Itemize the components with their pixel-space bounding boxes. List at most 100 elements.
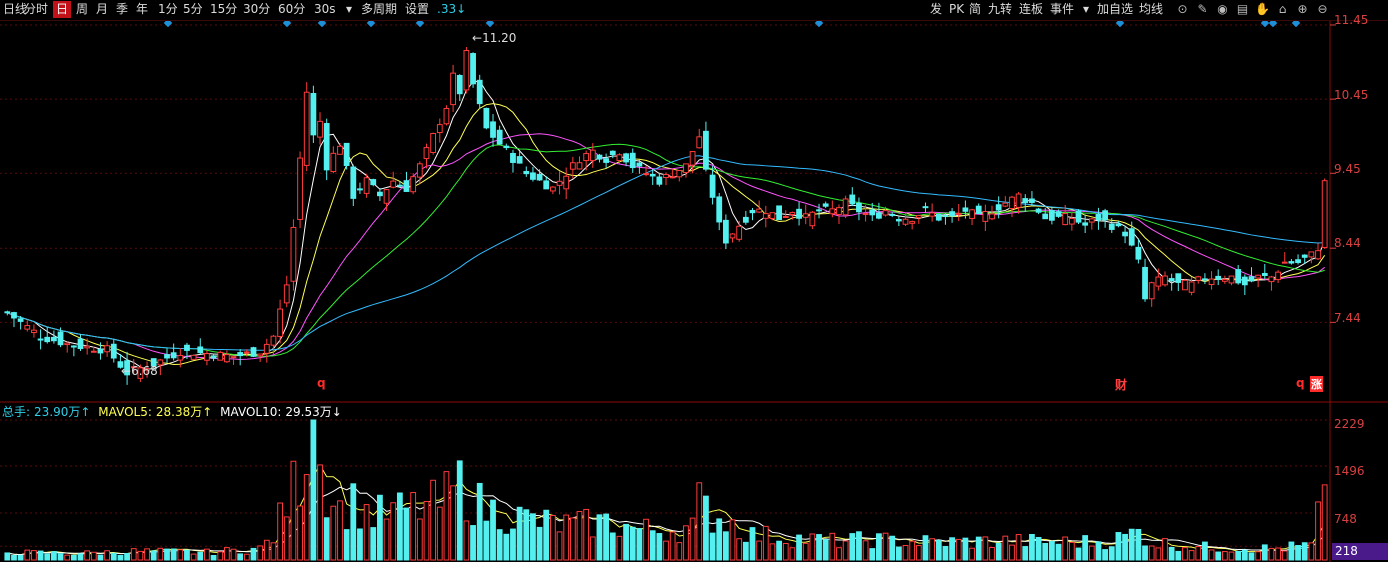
candle-body	[889, 213, 896, 216]
candle-body	[663, 174, 669, 179]
mavol10-value: 29.53万↓	[285, 405, 342, 419]
candle-body	[1268, 276, 1275, 283]
volume-bar-192	[1275, 547, 1281, 561]
candle-62	[410, 173, 417, 195]
volume-bar-93	[616, 535, 623, 561]
candle-body	[1035, 208, 1042, 213]
toolbar-m30-button[interactable]: 30分	[240, 1, 273, 18]
toolbar-fa-button[interactable]: 发	[927, 1, 945, 18]
chart-background	[0, 20, 1388, 562]
candle-body	[862, 213, 869, 216]
toolbar-day-button[interactable]: 日	[53, 1, 72, 18]
toolbar-month-button[interactable]: 月	[93, 1, 111, 18]
candle-body	[776, 205, 783, 221]
volume-bar-19	[124, 553, 130, 561]
toolbar-jian-button[interactable]: 简	[966, 1, 984, 18]
candle-body	[383, 189, 390, 204]
candle-body	[782, 216, 789, 219]
zoom-in-icon[interactable]: ⊕	[1295, 2, 1310, 17]
toolbar-ma-lines-button[interactable]: 均线	[1136, 1, 1166, 18]
volume-bar-129	[856, 531, 862, 561]
candle-body	[629, 152, 636, 169]
candle-body	[549, 186, 556, 192]
toolbar-add-watch-button[interactable]: 加自选	[1094, 1, 1136, 18]
volume-bar-188	[1248, 552, 1255, 561]
candle-body	[1321, 180, 1328, 248]
candle-body	[476, 79, 483, 105]
volume-bar-65	[430, 479, 437, 561]
toolbar-m5-button[interactable]: 5分	[180, 1, 206, 18]
volume-bar-3	[17, 554, 24, 561]
toolbar-s30-button[interactable]: 30s	[311, 1, 339, 18]
volume-bar-151	[1002, 535, 1009, 561]
toolbar-settings-button[interactable]: 设置	[402, 1, 432, 18]
candle-body	[250, 347, 257, 357]
candle-body	[217, 351, 224, 361]
volume-bar-70	[463, 520, 470, 561]
candle-52	[343, 142, 350, 170]
candle-body	[802, 213, 809, 218]
candle-body	[882, 210, 889, 216]
candle-body	[563, 175, 570, 190]
volume-bar-121	[802, 542, 809, 561]
candle-body	[669, 176, 676, 179]
current-volume-badge: 218	[1332, 543, 1388, 560]
candle-44	[290, 219, 297, 291]
volume-bar-1	[4, 552, 11, 561]
volume-bar-31	[204, 548, 210, 561]
candle-body	[1188, 281, 1195, 293]
volume-bar-181	[1202, 541, 1208, 561]
mavol10-label: MAVOL10:	[220, 405, 282, 419]
volume-bar-18	[117, 554, 124, 561]
eye-icon[interactable]: ◉	[1215, 2, 1230, 17]
volume-bar-161	[1068, 541, 1075, 561]
volume-bar-48	[317, 464, 323, 561]
volume-bar-134	[889, 535, 896, 561]
zoom-out-icon[interactable]: ⊖	[1315, 2, 1330, 17]
toolbar-indicator-value-button[interactable]: .33↓	[434, 1, 469, 18]
volume-bar-85	[563, 514, 570, 561]
price-tick-2: 10.45	[1334, 88, 1369, 102]
hand-icon[interactable]: ✋	[1255, 2, 1270, 17]
candle-127	[842, 195, 849, 219]
candle-body	[1075, 210, 1082, 223]
candle-body	[1022, 198, 1029, 204]
pen-icon[interactable]: ✎	[1195, 2, 1210, 17]
toolbar-jiuzhuan-button[interactable]: 九转	[985, 1, 1015, 18]
candle-body	[1135, 246, 1142, 260]
candle-body	[456, 74, 463, 95]
toolbar-m1-button[interactable]: 1分	[155, 1, 181, 18]
volume-bar-29	[190, 553, 197, 561]
toolbar-year-button[interactable]: 年	[133, 1, 151, 18]
toolbar-week-button[interactable]: 周	[73, 1, 91, 18]
candle-body	[722, 219, 729, 244]
volume-bar-52	[343, 529, 350, 561]
candle-body	[1235, 269, 1242, 284]
volume-bar-109	[722, 531, 729, 561]
calendar-icon[interactable]: ▤	[1235, 2, 1250, 17]
stock-chart[interactable]	[0, 0, 1388, 562]
toolbar-multi-period-button[interactable]: 多周期	[358, 1, 400, 18]
toolbar-m15-button[interactable]: 15分	[207, 1, 240, 18]
volume-bar-82	[543, 509, 550, 561]
toolbar-lianban-button[interactable]: 连板	[1016, 1, 1046, 18]
volume-bar-9	[57, 553, 64, 561]
candle-body	[270, 335, 277, 346]
target-icon[interactable]: ⊙	[1175, 2, 1190, 17]
toolbar-more-dropdown-button[interactable]: ▾	[1080, 1, 1092, 18]
candle-body	[935, 213, 942, 221]
home-icon[interactable]: ⌂	[1275, 2, 1290, 17]
candle-body	[243, 351, 250, 354]
toolbar-intraday-button[interactable]: 分时	[21, 1, 51, 18]
toolbar-m60-button[interactable]: 60分	[275, 1, 308, 18]
toolbar-quarter-button[interactable]: 季	[113, 1, 131, 18]
candle-body	[297, 157, 303, 220]
candle-body	[263, 343, 270, 354]
candle-body	[1029, 198, 1035, 203]
toolbar-pk-button[interactable]: PK	[946, 1, 967, 18]
high-price-value: 11.20	[482, 31, 517, 45]
candle-body	[1128, 228, 1135, 246]
volume-bar-27	[177, 549, 184, 561]
toolbar-period-dropdown-button[interactable]: ▾	[343, 1, 355, 18]
toolbar-event-button[interactable]: 事件	[1047, 1, 1077, 18]
